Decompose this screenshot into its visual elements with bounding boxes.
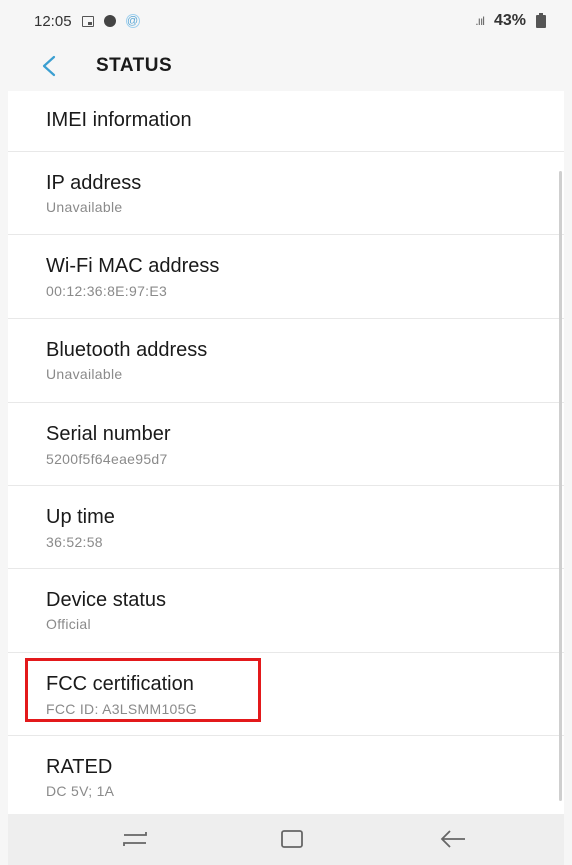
item-label: IMEI information	[46, 109, 192, 131]
dot-icon	[103, 15, 116, 27]
list-item-rated[interactable]: RATED DC 5V; 1A	[8, 736, 564, 814]
status-bar-right: .ııl 43%	[475, 12, 546, 30]
status-bar: 12:05 @ .ııl 43%	[0, 0, 572, 42]
back-arrow-icon	[440, 830, 465, 848]
item-value: Official	[46, 616, 91, 632]
back-button[interactable]	[36, 53, 62, 79]
item-label: Device status	[46, 589, 167, 611]
status-list: IMEI information IP address Unavailable …	[8, 91, 564, 814]
chevron-left-icon	[42, 55, 56, 77]
item-value: Unavailable	[46, 199, 123, 215]
item-label: Up time	[46, 506, 115, 528]
at-icon: @	[125, 14, 140, 28]
list-item-device-status[interactable]: Device status Official	[8, 569, 564, 653]
signal-icon: .ııl	[475, 14, 485, 28]
battery-icon	[536, 12, 546, 28]
list-item-imei[interactable]: IMEI information	[8, 91, 564, 152]
recents-icon	[123, 832, 147, 846]
list-item-fcc-certification[interactable]: FCC certification FCC ID: A3LSMM105G	[8, 653, 564, 736]
clock: 12:05	[34, 12, 72, 30]
status-bar-left: 12:05 @	[34, 13, 140, 30]
item-label: Serial number	[46, 423, 171, 445]
item-value: DC 5V; 1A	[46, 783, 115, 799]
home-icon	[281, 830, 303, 848]
home-button[interactable]	[272, 824, 312, 854]
scrollbar[interactable]	[559, 171, 562, 801]
item-value: Unavailable	[46, 366, 123, 382]
list-item-wifi-mac[interactable]: Wi-Fi MAC address 00:12:36:8E:97:E3	[8, 235, 564, 319]
item-value: 5200f5f64eae95d7	[46, 451, 168, 467]
item-value: 36:52:58	[46, 534, 103, 550]
item-label: IP address	[46, 172, 142, 194]
navigation-bar	[8, 814, 564, 865]
app-bar: STATUS	[0, 42, 572, 90]
item-value: 00:12:36:8E:97:E3	[46, 283, 168, 299]
gallery-icon	[81, 15, 94, 27]
page-title: STATUS	[96, 55, 173, 76]
list-item-serial-number[interactable]: Serial number 5200f5f64eae95d7	[8, 403, 564, 486]
item-label: FCC certification	[46, 673, 194, 695]
battery-percent: 43%	[493, 12, 526, 29]
item-label: RATED	[46, 756, 113, 778]
list-item-up-time[interactable]: Up time 36:52:58	[8, 486, 564, 569]
list-item-bluetooth-address[interactable]: Bluetooth address Unavailable	[8, 319, 564, 403]
recents-button[interactable]	[115, 824, 155, 854]
list-item-ip-address[interactable]: IP address Unavailable	[8, 152, 564, 235]
item-value: FCC ID: A3LSMM105G	[46, 701, 197, 717]
item-label: Wi-Fi MAC address	[46, 255, 220, 277]
item-label: Bluetooth address	[46, 339, 208, 361]
nav-back-button[interactable]	[433, 824, 473, 854]
